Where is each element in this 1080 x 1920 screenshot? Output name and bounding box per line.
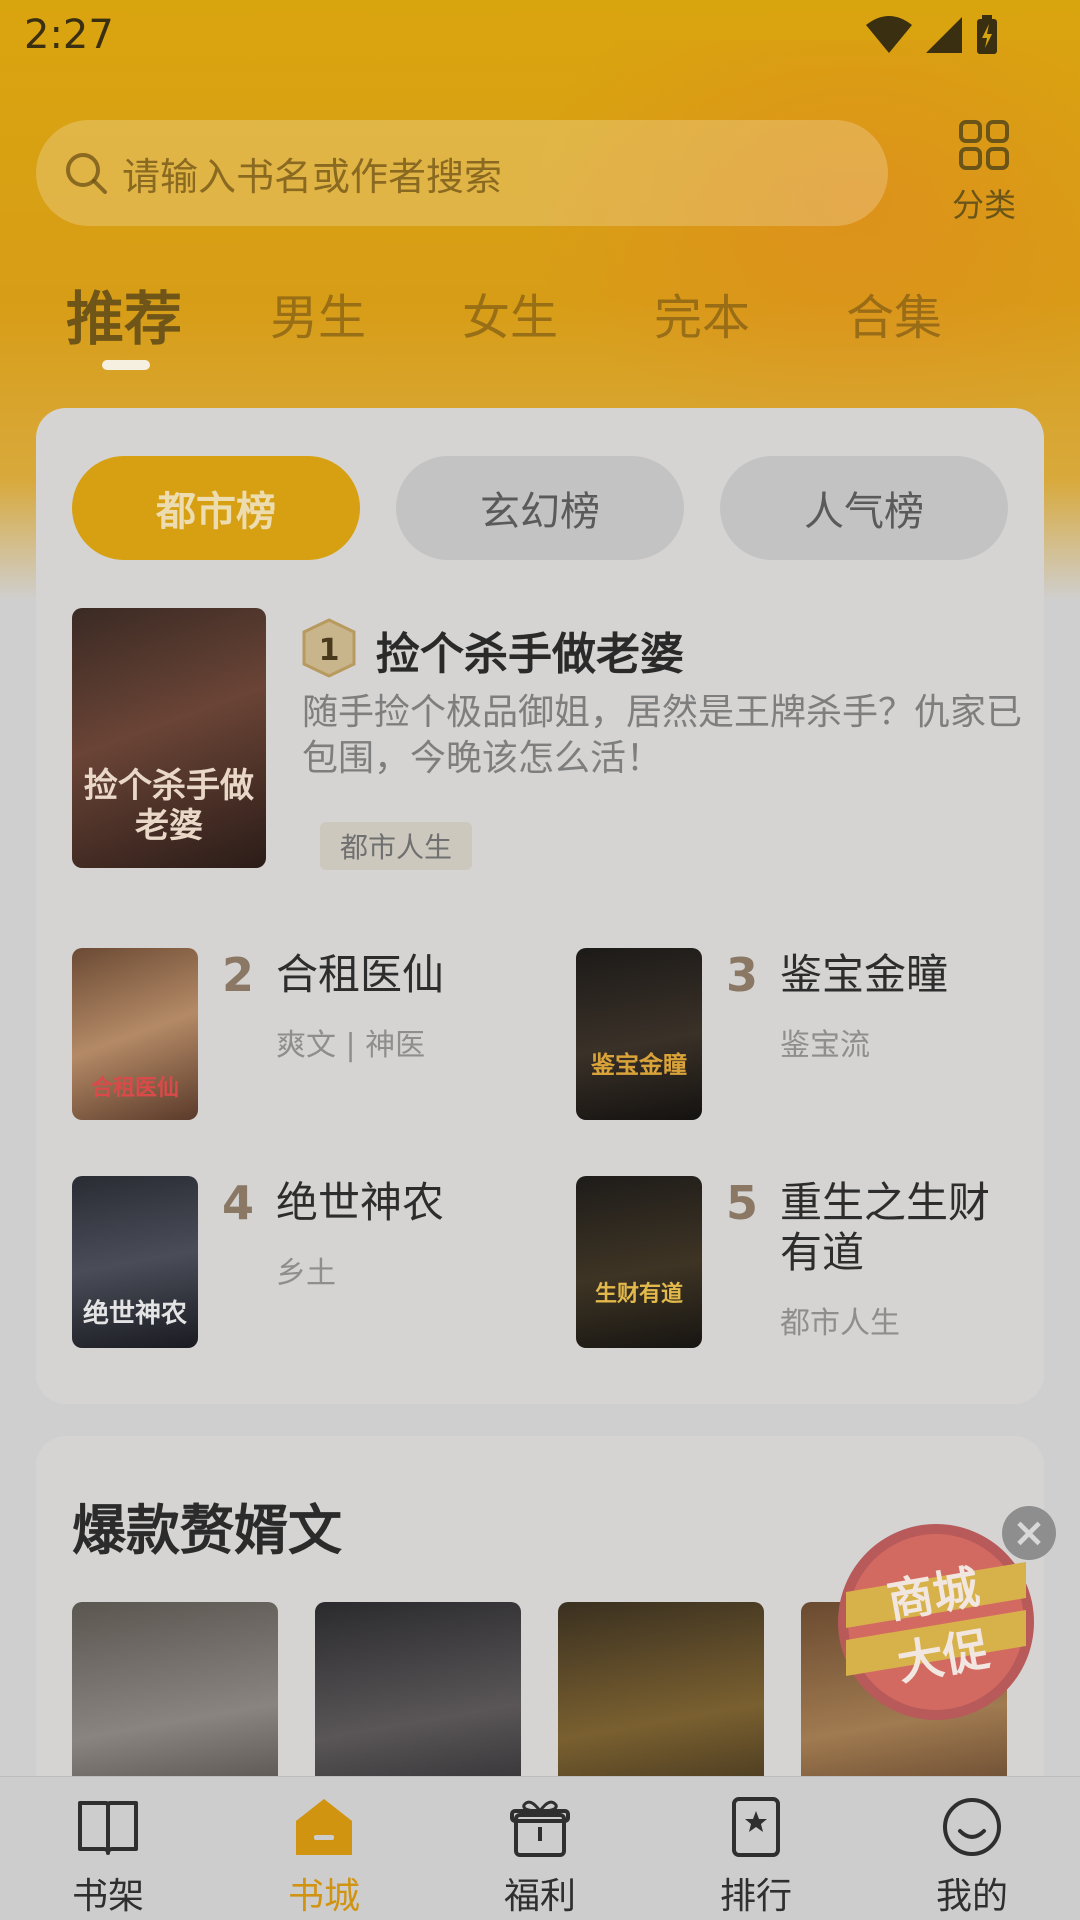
rank-1-badge: 1	[302, 618, 356, 678]
book-sub-3: 鉴宝流	[780, 1028, 870, 1063]
book-sub-5: 都市人生	[780, 1306, 900, 1341]
promo-close-button[interactable]: ×	[1002, 1506, 1056, 1560]
tab-collection[interactable]: 合集	[846, 278, 942, 348]
rank-number-5: 5	[726, 1176, 759, 1230]
tab-indicator	[102, 360, 150, 370]
book-cover-1[interactable]: 捡个杀手做老婆	[72, 608, 266, 868]
nav-bookstore-label: 书城	[287, 1876, 360, 1917]
bottom-nav: 书架 书城 福利 排行 我的	[0, 1776, 1080, 1920]
signal-icon	[926, 17, 962, 53]
book-cover-4[interactable]: 绝世神农	[72, 1176, 198, 1348]
status-bar: 2:27	[0, 0, 1080, 72]
gift-icon	[510, 1800, 570, 1857]
search-input[interactable]: 请输入书名或作者搜索	[36, 120, 888, 226]
profile-icon	[943, 1798, 1001, 1856]
cover-text-3: 鉴宝金瞳	[591, 1050, 687, 1079]
tab-recommend[interactable]: 推荐	[66, 272, 182, 356]
tab-completed[interactable]: 完本	[654, 278, 750, 348]
wifi-icon	[866, 16, 912, 53]
nav-profile-label: 我的	[935, 1876, 1008, 1917]
category-label: 分类	[951, 186, 1016, 224]
book-tag-1: 都市人生	[320, 822, 473, 870]
book-open-icon	[78, 1801, 138, 1855]
hot-section-title: 爆款赘婿文	[72, 1499, 342, 1562]
book-sub-2: 爽文 | 神医	[276, 1028, 426, 1063]
status-time: 2:27	[24, 12, 114, 58]
search-icon	[66, 153, 107, 194]
nav-welfare-label: 福利	[503, 1876, 576, 1917]
store-icon	[296, 1799, 352, 1855]
cover-text-4: 绝世神农	[82, 1299, 187, 1329]
nav-profile[interactable]: 我的	[907, 1797, 1037, 1919]
nav-ranking-label: 排行	[719, 1876, 792, 1917]
rank-number-2: 2	[222, 948, 255, 1002]
rank-1-number: 1	[319, 633, 340, 668]
tab-male[interactable]: 男生	[270, 278, 366, 348]
nav-bookshelf[interactable]: 书架	[43, 1797, 173, 1919]
book-title-4[interactable]: 绝世神农	[276, 1178, 444, 1228]
category-button[interactable]: 分类	[944, 120, 1024, 226]
tab-female[interactable]: 女生	[462, 278, 558, 348]
nav-bookshelf-label: 书架	[71, 1876, 144, 1917]
rank-tab-urban[interactable]: 都市榜	[72, 456, 360, 560]
status-icons	[864, 14, 1000, 56]
ranking-card: 都市榜 玄幻榜 人气榜 捡个杀手做老婆 1 捡个杀手做老婆 随手捡个极品御姐，居…	[36, 408, 1044, 1404]
rank-tab-popular[interactable]: 人气榜	[720, 456, 1008, 560]
book-title-1[interactable]: 捡个杀手做老婆	[376, 618, 684, 682]
battery-icon	[977, 15, 997, 54]
top-tabs: 推荐 男生 女生 完本 合集	[0, 278, 1080, 370]
cover-text-2: 合租医仙	[90, 1075, 179, 1101]
grid-icon	[959, 120, 1009, 170]
cover-text-1: 捡个杀手做老婆	[84, 766, 254, 846]
close-icon: ×	[1012, 1510, 1046, 1556]
book-desc-1: 随手捡个极品御姐，居然是王牌杀手？仇家已包围，今晚该怎么活！	[302, 692, 1023, 779]
book-title-2[interactable]: 合租医仙	[276, 950, 444, 1000]
book-sub-4: 乡土	[276, 1256, 336, 1291]
nav-bookstore[interactable]: 书城	[259, 1797, 389, 1919]
book-cover-3[interactable]: 鉴宝金瞳	[576, 948, 702, 1120]
rank-number-4: 4	[222, 1176, 255, 1230]
book-cover-2[interactable]: 合租医仙	[72, 948, 198, 1120]
nav-welfare[interactable]: 福利	[475, 1797, 605, 1919]
cover-text-5: 生财有道	[594, 1281, 683, 1307]
ranking-icon	[732, 1797, 780, 1857]
nav-ranking[interactable]: 排行	[691, 1797, 821, 1919]
search-placeholder: 请输入书名或作者搜索	[122, 154, 503, 199]
book-cover-5[interactable]: 生财有道	[576, 1176, 702, 1348]
book-title-3[interactable]: 鉴宝金瞳	[780, 950, 948, 1000]
book-title-5[interactable]: 重生之生财有道	[780, 1178, 1010, 1278]
rank-tab-fantasy[interactable]: 玄幻榜	[396, 456, 684, 560]
promo-badge[interactable]: 商城 大促	[836, 1522, 1036, 1722]
rank-number-3: 3	[726, 948, 759, 1002]
